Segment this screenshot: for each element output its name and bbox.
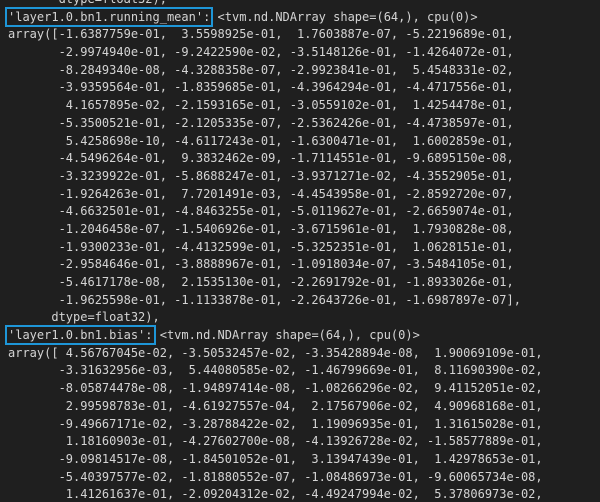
- output-line: -2.9974940e-01, -9.2422590e-02, -3.51481…: [8, 45, 514, 60]
- console-output: dtype=float32),'layer1.0.bn1.running_mea…: [0, 0, 600, 502]
- output-line: -3.9359564e-01, -1.8359685e-01, -4.39642…: [8, 80, 514, 95]
- output-line: -5.3500521e-01, -2.1205335e-07, -2.53624…: [8, 115, 514, 130]
- output-line: -5.40397577e-02, -1.81880552e-07, -1.084…: [8, 469, 543, 484]
- output-line: -9.09814517e-08, -1.84501052e-01, 3.1394…: [8, 451, 543, 466]
- output-line: -2.9584646e-01, -3.8888967e-01, -1.09180…: [8, 257, 514, 272]
- output-text: dtype=float32),'layer1.0.bn1.running_mea…: [4, 0, 543, 502]
- output-line: 'layer1.0.bn1.bias': <tvm.nd.NDArray sha…: [5, 325, 543, 346]
- output-line: 1.18160903e-01, -4.27602700e-08, -4.1392…: [8, 434, 543, 449]
- line-rest: <tvm.nd.NDArray shape=(64,), cpu(0)>: [152, 328, 420, 343]
- output-line: -9.49667171e-02, -3.28788422e-02, 1.1909…: [8, 416, 543, 431]
- output-line: 'layer1.0.bn1.running_mean': <tvm.nd.NDA…: [4, 6, 543, 27]
- output-line: -1.9300233e-01, -4.4132599e-01, -5.32523…: [8, 239, 514, 254]
- output-line: 5.4258698e-10, -4.6117243e-01, -1.630047…: [8, 133, 514, 148]
- output-line: array([ 4.56767045e-02, -3.50532457e-02,…: [8, 345, 543, 360]
- output-line: 4.1657895e-02, -2.1593165e-01, -3.055910…: [8, 98, 514, 113]
- line-rest: <tvm.nd.NDArray shape=(64,), cpu(0)>: [210, 9, 478, 24]
- output-line: -1.9625598e-01, -1.1133878e-01, -2.26437…: [8, 292, 521, 307]
- output-line: -1.2046458e-07, -1.5406926e-01, -3.67159…: [8, 221, 514, 236]
- highlighted-key: 'layer1.0.bn1.bias':: [5, 325, 156, 346]
- output-line: array([-1.6387759e-01, 3.5598925e-01, 1.…: [8, 27, 514, 42]
- highlighted-key: 'layer1.0.bn1.running_mean':: [4, 6, 214, 27]
- output-line: -4.5496264e-01, 9.3832462e-09, -1.711455…: [8, 151, 514, 166]
- output-line: -3.3239922e-01, -5.8688247e-01, -3.93712…: [8, 168, 514, 183]
- output-line: 2.99598783e-01, -4.61927557e-04, 2.17567…: [8, 398, 543, 413]
- output-line: 1.41261637e-01, -2.09204312e-02, -4.4924…: [8, 487, 543, 502]
- output-line: -4.6632501e-01, -4.8463255e-01, -5.01196…: [8, 204, 514, 219]
- output-line: dtype=float32),: [8, 310, 160, 325]
- output-line: -8.05874478e-08, -1.94897414e-08, -1.082…: [8, 381, 543, 396]
- output-line: -8.2849340e-08, -4.3288358e-07, -2.99238…: [8, 62, 514, 77]
- output-line: dtype=float32),: [8, 0, 543, 9]
- output-line: -1.9264263e-01, 7.7201491e-03, -4.454395…: [8, 186, 514, 201]
- output-line: -3.31632956e-03, 5.44080585e-02, -1.4679…: [8, 363, 543, 378]
- output-line: -5.4617178e-08, 2.1535130e-01, -2.269179…: [8, 275, 514, 289]
